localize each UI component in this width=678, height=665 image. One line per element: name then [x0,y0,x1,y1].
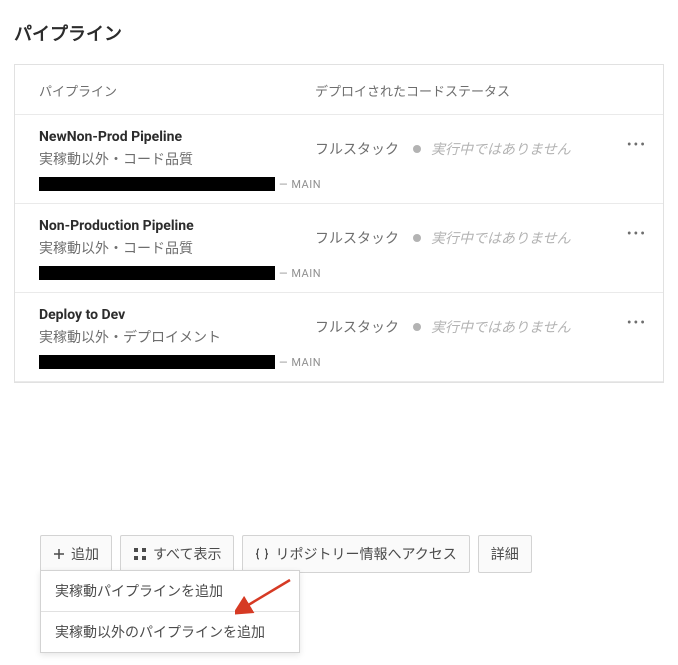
table-header: パイプライン デプロイされたコードステータス [15,65,663,115]
branch-redacted [39,266,275,280]
braces-icon [255,547,269,561]
pipeline-name: Deploy to Dev [39,307,315,323]
repo-info-button-label: リポジトリー情報へアクセス [275,544,456,564]
show-all-button[interactable]: すべて表示 [120,535,234,573]
add-button[interactable]: 追加 [40,535,112,573]
add-dropdown-menu: 実稼動パイプラインを追加 実稼動以外のパイプラインを追加 [40,570,300,653]
more-icon[interactable]: ••• [627,226,647,242]
deploy-type: フルスタック [315,228,399,248]
pipeline-subtitle: 実稼動以外・コード品質 [39,238,315,258]
status-text: 実行中ではありません [431,228,571,248]
branch-redacted [39,177,275,191]
add-nonproduction-pipeline-item[interactable]: 実稼動以外のパイプラインを追加 [41,612,299,652]
branch-redacted [39,355,275,369]
details-button[interactable]: 詳細 [478,535,532,573]
deploy-type: フルスタック [315,317,399,337]
repo-info-button[interactable]: リポジトリー情報へアクセス [242,535,469,573]
add-production-pipeline-item[interactable]: 実稼動パイプラインを追加 [41,571,299,612]
details-button-label: 詳細 [491,544,519,564]
header-status: デプロイされたコードステータス [315,81,639,100]
status-dot-icon [413,234,421,242]
table-row: Non-Production Pipeline 実稼動以外・コード品質 フルスタ… [15,204,663,293]
pipeline-subtitle: 実稼動以外・デプロイメント [39,327,315,347]
grid-icon [133,547,147,561]
branch-label: — MAIN [279,178,321,191]
deploy-type: フルスタック [315,139,399,159]
header-pipeline: パイプライン [39,81,315,100]
more-icon[interactable]: ••• [627,137,647,153]
table-row: NewNon-Prod Pipeline 実稼動以外・コード品質 フルスタック … [15,115,663,204]
status-text: 実行中ではありません [431,139,571,159]
more-icon[interactable]: ••• [627,315,647,331]
pipeline-name: NewNon-Prod Pipeline [39,129,315,145]
status-dot-icon [413,145,421,153]
add-button-label: 追加 [71,544,99,564]
page-title: パイプライン [0,0,678,64]
pipelines-card: パイプライン デプロイされたコードステータス NewNon-Prod Pipel… [14,64,664,383]
status-dot-icon [413,323,421,331]
pipeline-name: Non-Production Pipeline [39,218,315,234]
branch-label: — MAIN [279,267,321,280]
pipeline-subtitle: 実稼動以外・コード品質 [39,149,315,169]
plus-icon [53,548,65,560]
branch-label: — MAIN [279,356,321,369]
show-all-button-label: すべて表示 [153,544,221,564]
table-row: Deploy to Dev 実稼動以外・デプロイメント フルスタック 実行中では… [15,293,663,382]
footer-toolbar: 追加 すべて表示 リポジトリー情報へアクセス 詳細 [40,535,532,573]
status-text: 実行中ではありません [431,317,571,337]
